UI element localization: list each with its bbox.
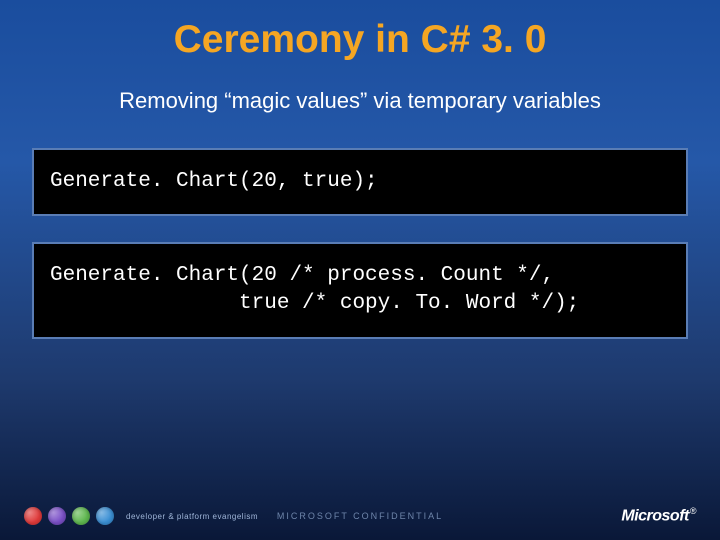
footer-confidential: MICROSOFT CONFIDENTIAL (277, 511, 443, 521)
footer-left-brand: developer & platform evangelism (24, 507, 258, 525)
slide-title: Ceremony in C# 3. 0 (0, 0, 720, 78)
slide-subtitle: Removing “magic values” via temporary va… (0, 78, 720, 138)
microsoft-logo: Microsoft® (621, 506, 696, 525)
orb-icon (96, 507, 114, 525)
orb-icon (48, 507, 66, 525)
footer-brand-text: developer & platform evangelism (126, 512, 258, 521)
code-block-1: Generate. Chart(20, true); (32, 148, 688, 216)
orb-icon (72, 507, 90, 525)
orb-icon (24, 507, 42, 525)
slide-footer: developer & platform evangelism MICROSOF… (0, 492, 720, 540)
footer-right-logo: Microsoft® (621, 506, 696, 525)
code-block-2: Generate. Chart(20 /* process. Count */,… (32, 242, 688, 339)
